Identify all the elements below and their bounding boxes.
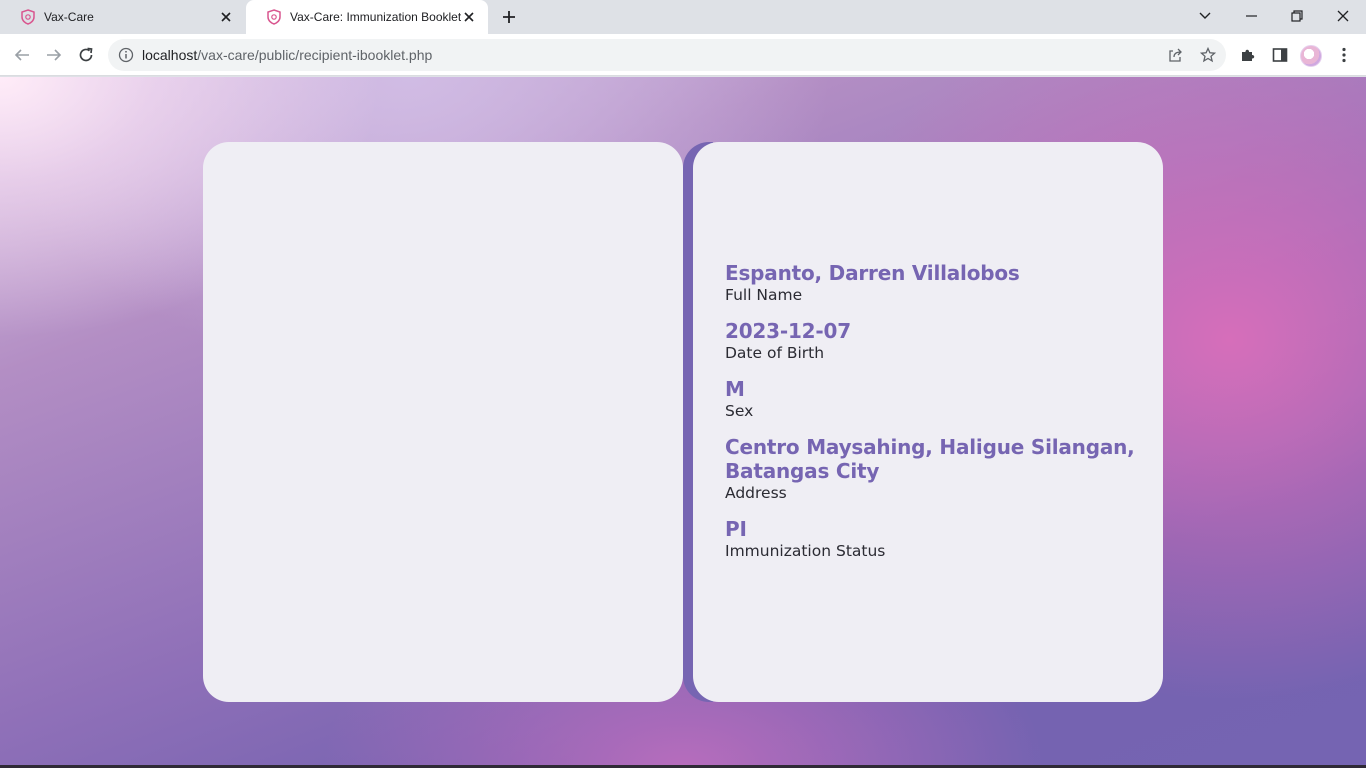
booklet-right-page: Espanto, Darren Villalobos Full Name 202… <box>693 142 1163 702</box>
reload-button[interactable] <box>74 43 98 67</box>
field-sex: M Sex <box>725 377 1145 422</box>
minimize-button[interactable] <box>1228 0 1274 32</box>
shield-favicon-icon <box>266 9 282 25</box>
tab-search-button[interactable] <box>1182 0 1228 32</box>
close-tab-icon[interactable] <box>460 8 478 26</box>
sex-label: Sex <box>725 402 754 420</box>
back-button[interactable] <box>10 43 34 67</box>
tab-immunization-booklet[interactable]: Vax-Care: Immunization Booklet <box>246 0 488 34</box>
url-text: localhost/vax-care/public/recipient-iboo… <box>142 47 432 63</box>
recipient-info: Espanto, Darren Villalobos Full Name 202… <box>725 261 1145 575</box>
new-tab-button[interactable] <box>498 6 520 28</box>
date-of-birth-label: Date of Birth <box>725 344 825 362</box>
address-value: Centro Maysahing, Haligue Silangan, Bata… <box>725 435 1135 483</box>
page-viewport: Espanto, Darren Villalobos Full Name 202… <box>0 77 1366 768</box>
url-path: /vax-care/public/recipient-ibooklet.php <box>197 47 433 63</box>
chevron-down-icon <box>1199 12 1211 19</box>
more-vertical-icon <box>1342 47 1346 63</box>
shield-favicon-icon <box>20 9 36 25</box>
side-panel-button[interactable] <box>1268 43 1292 67</box>
close-tab-icon[interactable] <box>217 8 235 26</box>
address-label: Address <box>725 484 787 502</box>
profile-avatar[interactable] <box>1300 45 1322 67</box>
puzzle-icon <box>1242 49 1255 61</box>
close-icon <box>1337 10 1349 22</box>
full-name-label: Full Name <box>725 286 803 304</box>
bookmark-star-icon[interactable] <box>1199 46 1217 64</box>
minimize-icon <box>1245 15 1257 17</box>
extensions-button[interactable] <box>1236 43 1260 67</box>
plus-icon <box>503 11 515 23</box>
immunization-status-value: PI <box>725 517 747 541</box>
reload-icon <box>79 47 93 62</box>
sex-value: M <box>725 377 745 401</box>
share-icon[interactable] <box>1166 46 1184 64</box>
arrow-left-icon <box>14 49 29 61</box>
tab-vax-care[interactable]: Vax-Care <box>0 0 245 34</box>
tab-title: Vax-Care: Immunization Booklet <box>290 10 462 24</box>
arrow-right-icon <box>47 49 62 61</box>
restore-icon <box>1291 10 1303 22</box>
address-bar[interactable]: localhost/vax-care/public/recipient-iboo… <box>108 39 1226 71</box>
field-date-of-birth: 2023-12-07 Date of Birth <box>725 319 1145 364</box>
browser-menu-button[interactable] <box>1332 43 1356 67</box>
full-name-value: Espanto, Darren Villalobos <box>725 261 1020 285</box>
date-of-birth-value: 2023-12-07 <box>725 319 851 343</box>
field-immunization-status: PI Immunization Status <box>725 517 1145 562</box>
booklet-left-page <box>203 142 683 702</box>
url-host: localhost <box>142 47 198 63</box>
restore-button[interactable] <box>1274 0 1320 32</box>
tab-strip: Vax-Care Vax-Care: Immunization Booklet <box>0 0 1366 34</box>
field-address: Centro Maysahing, Haligue Silangan, Bata… <box>725 435 1145 504</box>
side-panel-icon <box>1272 48 1288 62</box>
forward-button[interactable] <box>42 43 66 67</box>
tab-title: Vax-Care <box>44 10 94 24</box>
site-info-icon[interactable] <box>118 47 134 68</box>
close-window-button[interactable] <box>1320 0 1366 32</box>
immunization-status-label: Immunization Status <box>725 542 886 560</box>
field-full-name: Espanto, Darren Villalobos Full Name <box>725 261 1145 306</box>
browser-toolbar: localhost/vax-care/public/recipient-iboo… <box>0 34 1366 76</box>
